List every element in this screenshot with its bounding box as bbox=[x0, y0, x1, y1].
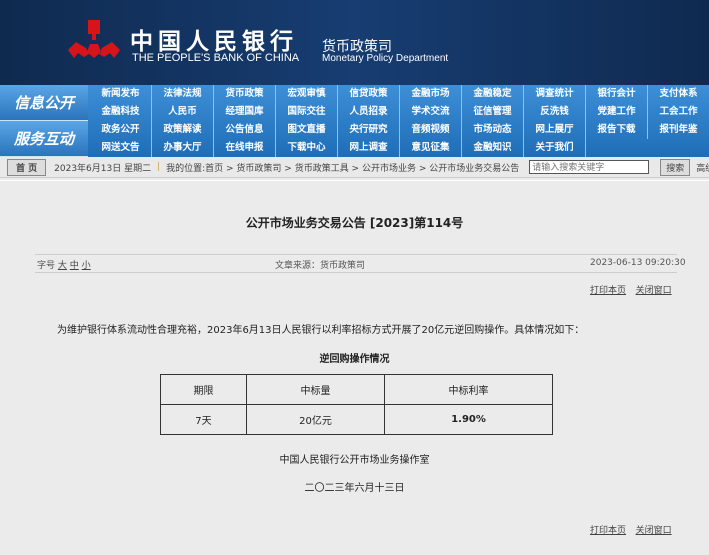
article-title: 公开市场业务交易公告 [2023]第114号 bbox=[245, 216, 464, 230]
print-link-bottom[interactable]: 打印本页 bbox=[590, 526, 626, 536]
advanced-search-link[interactable]: 高级搜索 bbox=[696, 161, 709, 174]
nav-item[interactable]: 公告信息 bbox=[214, 121, 276, 139]
table-title: 逆回购操作情况 bbox=[319, 354, 390, 365]
nav-item[interactable]: 党建工作 bbox=[586, 103, 648, 121]
article-content: 公开市场业务交易公告 [2023]第114号 字号 大 中 小 文章来源：货币政… bbox=[0, 180, 709, 555]
nav-row: 金融科技 人民币 经理国库 国际交往 人员招录 学术交流 征信管理 反洗钱 党建工作 工会工作 bbox=[90, 103, 709, 121]
nav-item[interactable]: 货币政策 bbox=[214, 85, 276, 103]
nav-item[interactable]: 金融科技 bbox=[90, 103, 152, 121]
breadcrumb-bar: 首 页 2023年6月13日 星期二 | 我的位置:首页 > 货币政策司 > 货… bbox=[0, 157, 709, 178]
header-cell: 中标利率 bbox=[384, 374, 553, 405]
table-row: 7天 20亿元 1.90% bbox=[160, 404, 553, 435]
home-button[interactable]: 首 页 bbox=[7, 158, 47, 176]
dept-name-en: Monetary Policy Department bbox=[322, 53, 449, 64]
nav-item[interactable]: 新闻发布 bbox=[90, 85, 152, 103]
nav-item[interactable]: 法律法规 bbox=[152, 85, 214, 103]
font-size-label: 字号 bbox=[37, 261, 56, 271]
nav-item[interactable]: 图文直播 bbox=[276, 121, 338, 139]
nav-item[interactable]: 政务公开 bbox=[90, 121, 152, 139]
article-source: 文章来源：货币政策司 bbox=[275, 261, 366, 271]
table-cell: 20亿元 bbox=[245, 404, 386, 435]
nav-item[interactable]: 办事大厅 bbox=[152, 139, 214, 157]
nav-item[interactable]: 央行研究 bbox=[338, 121, 400, 139]
nav-item[interactable]: 市场动态 bbox=[462, 121, 524, 139]
nav-item[interactable]: 金融稳定 bbox=[462, 85, 524, 103]
nav-row: 政务公开 政策解读 公告信息 图文直播 央行研究 音频视频 市场动态 网上展厅 报告下载 报刊年鉴 bbox=[90, 121, 709, 139]
nav-item[interactable]: 信贷政策 bbox=[338, 85, 400, 103]
signature: 中国人民银行公开市场业务操作室 bbox=[279, 455, 430, 466]
nav-item[interactable]: 工会工作 bbox=[648, 103, 709, 121]
search-input[interactable] bbox=[529, 160, 650, 174]
nav-item[interactable]: 调查统计 bbox=[524, 85, 586, 103]
issue-date: 二〇二三年六月十三日 bbox=[304, 483, 405, 494]
site-header: 中国人民银行 THE PEOPLE'S BANK OF CHINA 货币政策司 … bbox=[0, 0, 709, 85]
pboc-logo-icon bbox=[68, 20, 120, 58]
nav-item[interactable]: 音频视频 bbox=[400, 121, 462, 139]
nav-item[interactable]: 人民币 bbox=[152, 103, 214, 121]
nav-item[interactable]: 宏观审慎 bbox=[276, 85, 338, 103]
nav-item[interactable]: 网送文告 bbox=[90, 139, 152, 157]
nav-item[interactable]: 银行会计 bbox=[586, 85, 648, 103]
close-window-link-bottom[interactable]: 关闭窗口 bbox=[636, 526, 672, 536]
breadcrumb[interactable]: 我的位置:首页 > 货币政策司 > 货币政策工具 > 公开市场业务 > 公开市场… bbox=[166, 161, 519, 174]
nav-row: 新闻发布 法律法规 货币政策 宏观审慎 信贷政策 金融市场 金融稳定 调查统计 银行会计 支付体系 bbox=[90, 85, 709, 103]
main-nav: 信息公开 服务互动 新闻发布 法律法规 货币政策 宏观审慎 信贷政策 金融市场 金融稳定 调查… bbox=[0, 85, 709, 157]
nav-item[interactable]: 网上展厅 bbox=[524, 121, 586, 139]
article-datetime: 2023-06-13 09:20:30 bbox=[590, 258, 686, 268]
bank-name-cn: 中国人民银行 bbox=[130, 28, 298, 55]
nav-row: 网送文告 办事大厅 在线申报 下载中心 网上调查 意见征集 金融知识 关于我们 bbox=[90, 139, 586, 157]
nav-item[interactable]: 报告下载 bbox=[586, 121, 648, 139]
nav-item[interactable]: 网上调查 bbox=[338, 139, 400, 157]
nav-item[interactable]: 在线申报 bbox=[214, 139, 276, 157]
table-cell: 1.90% bbox=[384, 404, 553, 435]
nav-item[interactable]: 支付体系 bbox=[648, 85, 709, 103]
nav-item[interactable]: 国际交往 bbox=[276, 103, 338, 121]
nav-item[interactable]: 学术交流 bbox=[400, 103, 462, 121]
font-large-link[interactable]: 大 bbox=[58, 261, 67, 271]
header-cell: 期限 bbox=[160, 374, 247, 405]
bank-name-en: THE PEOPLE'S BANK OF CHINA bbox=[132, 52, 300, 64]
nav-item[interactable]: 意见征集 bbox=[400, 139, 462, 157]
nav-item[interactable]: 关于我们 bbox=[524, 139, 586, 157]
nav-item[interactable]: 政策解读 bbox=[152, 121, 214, 139]
nav-item[interactable]: 征信管理 bbox=[462, 103, 524, 121]
nav-item[interactable]: 报刊年鉴 bbox=[648, 121, 709, 139]
header-cell: 中标量 bbox=[245, 374, 386, 405]
current-date: 2023年6月13日 星期二 bbox=[54, 163, 152, 174]
article-paragraph: 为维护银行体系流动性合理充裕，2023年6月13日人民银行以利率招标方式开展了2… bbox=[57, 325, 585, 336]
nav-item[interactable]: 人员招录 bbox=[338, 103, 400, 121]
nav-item[interactable]: 金融市场 bbox=[400, 85, 462, 103]
nav-item[interactable]: 下载中心 bbox=[276, 139, 338, 157]
table-cell: 7天 bbox=[160, 404, 247, 435]
font-medium-link[interactable]: 中 bbox=[70, 261, 79, 271]
nav-item[interactable]: 金融知识 bbox=[462, 139, 524, 157]
operation-table: 期限 中标量 中标利率 7天 20亿元 1.90% bbox=[160, 374, 553, 435]
divider bbox=[35, 254, 677, 255]
font-small-link[interactable]: 小 bbox=[82, 261, 91, 271]
nav-label-service: 服务互动 bbox=[0, 121, 88, 157]
search-button[interactable]: 搜索 bbox=[660, 158, 691, 176]
table-header-row: 期限 中标量 中标利率 bbox=[160, 374, 553, 405]
close-window-link[interactable]: 关闭窗口 bbox=[636, 286, 672, 296]
divider bbox=[35, 272, 677, 273]
print-link[interactable]: 打印本页 bbox=[590, 286, 626, 296]
nav-item[interactable]: 经理国库 bbox=[214, 103, 276, 121]
nav-item[interactable]: 反洗钱 bbox=[524, 103, 586, 121]
nav-label-info: 信息公开 bbox=[0, 85, 88, 121]
